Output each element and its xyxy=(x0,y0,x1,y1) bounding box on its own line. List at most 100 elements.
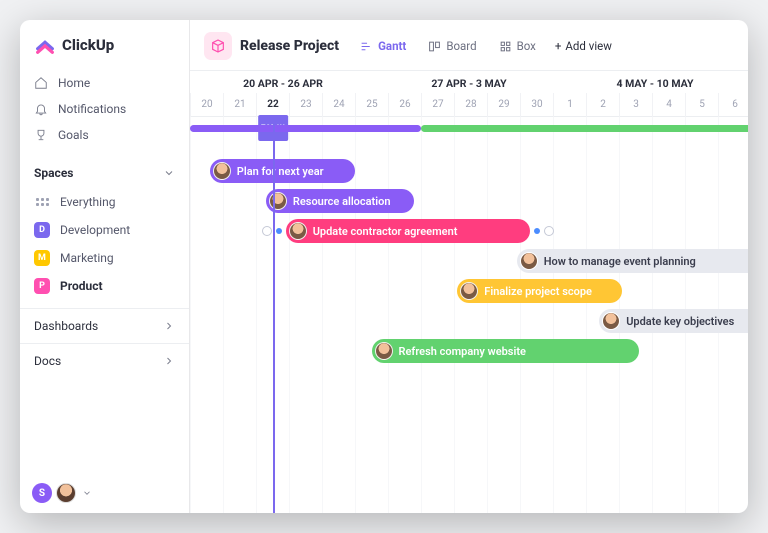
task-label: Update key objectives xyxy=(626,315,734,328)
day-header: 3 xyxy=(619,93,652,117)
nav-label: Home xyxy=(58,76,90,90)
user-avatar-photo xyxy=(56,483,76,503)
week-label: 4 MAY - 10 MAY xyxy=(562,71,748,93)
gantt-task-bar[interactable]: Update key objectives xyxy=(599,309,748,333)
view-tab-board[interactable]: Board xyxy=(421,35,483,57)
assignee-avatar xyxy=(289,222,307,240)
view-label: Box xyxy=(517,39,536,53)
project-icon[interactable] xyxy=(204,32,232,60)
space-item[interactable]: M Marketing xyxy=(20,244,189,272)
view-tab-box[interactable]: Box xyxy=(492,35,543,57)
task-label: Refresh company website xyxy=(399,345,526,358)
week-label: 20 APR - 26 APR xyxy=(190,71,376,93)
view-tab-gantt[interactable]: Gantt xyxy=(353,35,413,57)
space-label: Marketing xyxy=(60,251,114,265)
section-docs[interactable]: Docs xyxy=(20,343,189,378)
nav-notifications[interactable]: Notifications xyxy=(20,96,189,122)
bell-icon xyxy=(34,102,48,116)
day-header: 22TODAY xyxy=(256,93,289,117)
add-view-button[interactable]: + Add view xyxy=(555,39,612,53)
gantt-timeline[interactable]: 20 APR - 26 APR27 APR - 3 MAY4 MAY - 10 … xyxy=(190,70,748,513)
task-label: Finalize project scope xyxy=(484,285,592,298)
dependency-handle[interactable] xyxy=(276,228,282,234)
primary-nav: Home Notifications Goals xyxy=(20,68,189,156)
gantt-task-bar[interactable]: Finalize project scope xyxy=(457,279,622,303)
space-item[interactable]: DDevelopment xyxy=(20,216,189,244)
day-header: 20 xyxy=(190,93,223,117)
day-header: 27 xyxy=(421,93,454,117)
day-header: 29 xyxy=(487,93,520,117)
project-range-bar[interactable] xyxy=(421,125,748,132)
day-header: 28 xyxy=(454,93,487,117)
space-list: Everything DDevelopment M Marketing P Product xyxy=(20,188,189,308)
cube-icon xyxy=(210,38,226,54)
task-label: Update contractor agreement xyxy=(313,225,458,238)
section-label: Docs xyxy=(34,354,61,368)
day-header: 25 xyxy=(355,93,388,117)
space-item[interactable]: Everything xyxy=(20,188,189,216)
main-panel: Release Project Gantt Board Box + Add vi… xyxy=(190,20,748,513)
gantt-task-bar[interactable]: How to manage event planning xyxy=(517,249,748,273)
space-item[interactable]: P Product xyxy=(20,272,189,300)
board-icon xyxy=(428,40,441,53)
day-header: 23 xyxy=(289,93,322,117)
task-label: Plan for next year xyxy=(237,165,324,178)
view-label: Gantt xyxy=(378,39,406,53)
sidebar: ClickUp Home Notifications Goals Spaces … xyxy=(20,20,190,513)
gantt-grid: Plan for next year Resource allocation Upd… xyxy=(190,117,748,513)
everything-icon xyxy=(34,194,50,210)
dependency-handle[interactable] xyxy=(544,226,554,236)
assignee-avatar xyxy=(460,282,478,300)
box-grid-icon xyxy=(499,40,512,53)
nav-home[interactable]: Home xyxy=(20,70,189,96)
day-header: 6 xyxy=(718,93,748,117)
home-icon xyxy=(34,76,48,90)
space-badge: P xyxy=(34,278,50,294)
day-header: 4 xyxy=(652,93,685,117)
sidebar-footer[interactable]: S xyxy=(20,473,189,513)
gantt-task-bar[interactable]: Plan for next year xyxy=(210,159,355,183)
date-header: 20 APR - 26 APR27 APR - 3 MAY4 MAY - 10 … xyxy=(190,71,748,117)
space-badge: M xyxy=(34,250,50,266)
task-label: Resource allocation xyxy=(293,195,391,208)
space-badge: D xyxy=(34,222,50,238)
section-dashboards[interactable]: Dashboards xyxy=(20,308,189,343)
dependency-handle[interactable] xyxy=(262,226,272,236)
day-header: 30 xyxy=(520,93,553,117)
day-header: 1 xyxy=(553,93,586,117)
day-header: 26 xyxy=(388,93,421,117)
app-window: ClickUp Home Notifications Goals Spaces … xyxy=(20,20,748,513)
space-label: Everything xyxy=(60,195,115,209)
brand-logo[interactable]: ClickUp xyxy=(20,20,189,68)
gantt-task-bar[interactable]: Update contractor agreement xyxy=(286,219,530,243)
user-avatar-initial: S xyxy=(32,483,52,503)
chevron-down-icon xyxy=(163,167,175,179)
brand-name: ClickUp xyxy=(62,36,114,54)
project-range-bar[interactable] xyxy=(190,125,421,132)
section-label: Dashboards xyxy=(34,319,98,333)
section-title: Spaces xyxy=(34,166,73,180)
space-label: Product xyxy=(60,279,103,293)
week-label: 27 APR - 3 MAY xyxy=(376,71,562,93)
today-indicator xyxy=(273,117,275,513)
chevron-down-icon xyxy=(82,488,92,498)
gantt-task-bar[interactable]: Resource allocation xyxy=(266,189,415,213)
spaces-header[interactable]: Spaces xyxy=(20,156,189,188)
topbar: Release Project Gantt Board Box + Add vi… xyxy=(190,20,748,70)
clickup-logo-icon xyxy=(34,34,56,56)
nav-goals[interactable]: Goals xyxy=(20,122,189,148)
assignee-avatar xyxy=(213,162,231,180)
trophy-icon xyxy=(34,128,48,142)
assignee-avatar xyxy=(602,312,620,330)
add-view-label: Add view xyxy=(565,39,611,53)
project-title: Release Project xyxy=(240,38,339,54)
view-label: Board xyxy=(446,39,476,53)
gantt-task-bar[interactable]: Refresh company website xyxy=(372,339,639,363)
day-header: 21 xyxy=(223,93,256,117)
dependency-handle[interactable] xyxy=(534,228,540,234)
nav-label: Notifications xyxy=(58,102,126,116)
chevron-right-icon xyxy=(163,320,175,332)
gantt-icon xyxy=(360,40,373,53)
task-label: How to manage event planning xyxy=(544,255,696,268)
day-header: 5 xyxy=(685,93,718,117)
